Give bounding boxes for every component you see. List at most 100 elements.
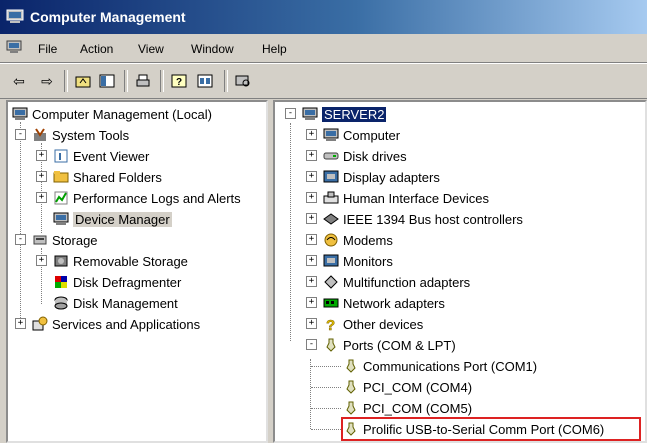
toolbar-separator — [224, 70, 228, 92]
tree-label: Computer — [343, 127, 401, 143]
expand-toggle[interactable]: + — [36, 150, 47, 161]
tree-node-com6[interactable]: Prolific USB-to-Serial Comm Port (COM6) — [341, 417, 641, 441]
tree-node-disk-drives[interactable]: Disk drives — [323, 146, 407, 166]
storage-icon — [33, 235, 47, 245]
expand-toggle[interactable]: + — [306, 171, 317, 182]
tree-node-storage[interactable]: Storage — [32, 230, 98, 250]
expand-toggle[interactable]: + — [36, 255, 47, 266]
tree-node-other-devices[interactable]: ? Other devices — [323, 314, 423, 334]
expand-toggle[interactable]: + — [306, 129, 317, 140]
expand-toggle[interactable]: + — [306, 192, 317, 203]
tree-label: SERVER2 — [322, 106, 387, 122]
tree-node-human-interface-devices[interactable]: Human Interface Devices — [323, 188, 489, 208]
menu-file[interactable]: File — [38, 42, 57, 56]
tree-node-display-adapters[interactable]: Display adapters — [323, 167, 440, 187]
menu-window[interactable]: Window — [191, 42, 234, 56]
show-hide-tree-icon[interactable] — [98, 72, 116, 90]
other-devices-icon: ? — [326, 317, 336, 332]
tree-node-removable-storage[interactable]: Removable Storage — [53, 251, 188, 271]
tree-node-computer-management[interactable]: Computer Management (Local) — [12, 104, 212, 124]
tree-label: Network adapters — [343, 295, 445, 311]
disk-drive-icon — [323, 152, 339, 160]
tree-label: Shared Folders — [73, 169, 162, 185]
tree-label: Communications Port (COM1) — [363, 358, 538, 374]
expand-toggle[interactable]: + — [306, 213, 317, 224]
back-arrow-icon[interactable]: ⇦ — [10, 72, 28, 90]
tree-node-disk-management[interactable]: Disk Management — [53, 293, 178, 313]
tree-label: Performance Logs and Alerts — [73, 190, 241, 206]
services-icon — [32, 316, 48, 331]
performance-icon — [54, 191, 68, 205]
tree-node-disk-defragmenter[interactable]: Disk Defragmenter — [53, 272, 181, 292]
tree-node-multifunction-adapters[interactable]: Multifunction adapters — [323, 272, 470, 292]
tree-label: Device Manager — [73, 211, 172, 227]
tree-node-network-adapters[interactable]: Network adapters — [323, 293, 445, 313]
tree-label: Prolific USB-to-Serial Comm Port (COM6) — [363, 421, 605, 437]
expand-toggle[interactable]: + — [306, 318, 317, 329]
tree-node-ieee1394[interactable]: IEEE 1394 Bus host controllers — [323, 209, 523, 229]
tools-icon — [34, 128, 46, 141]
expand-toggle[interactable]: + — [306, 276, 317, 287]
tree-node-modems[interactable]: Modems — [323, 230, 393, 250]
tree-label: Storage — [52, 232, 98, 248]
tree-node-computer[interactable]: Computer — [323, 125, 400, 145]
scan-hardware-icon[interactable] — [234, 72, 252, 90]
properties-icon[interactable] — [196, 72, 214, 90]
expand-toggle[interactable]: + — [15, 318, 26, 329]
tree-node-monitors[interactable]: Monitors — [323, 251, 393, 271]
hid-icon — [323, 191, 339, 204]
tree-node-com1[interactable]: Communications Port (COM1) — [343, 356, 537, 376]
console-tree-pane[interactable]: Computer Management (Local) - System Too… — [6, 100, 268, 443]
print-icon[interactable] — [134, 72, 152, 90]
tree-node-shared-folders[interactable]: Shared Folders — [53, 167, 162, 187]
collapse-toggle[interactable]: - — [285, 108, 296, 119]
collapse-toggle[interactable]: - — [15, 129, 26, 140]
toolbar-separator — [160, 70, 164, 92]
tree-label: Display adapters — [343, 169, 440, 185]
expand-toggle[interactable]: + — [36, 171, 47, 182]
device-tree-pane[interactable]: - SERVER2 + Computer + Disk drives + Dis… — [273, 100, 647, 443]
help-icon[interactable]: ? — [170, 72, 188, 90]
shared-folders-icon — [53, 171, 69, 183]
expand-toggle[interactable]: + — [36, 192, 47, 203]
modem-icon — [324, 233, 338, 247]
forward-arrow-icon[interactable]: ⇨ — [38, 72, 56, 90]
tree-label: System Tools — [52, 127, 130, 143]
tree-connector — [290, 123, 291, 341]
removable-storage-icon — [54, 255, 68, 267]
tree-label: Services and Applications — [52, 316, 201, 332]
tree-node-ports[interactable]: Ports (COM & LPT) — [323, 335, 456, 355]
defragmenter-icon — [55, 276, 67, 288]
tree-node-performance-logs[interactable]: Performance Logs and Alerts — [53, 188, 241, 208]
computer-icon — [12, 107, 28, 120]
computer-icon — [302, 107, 318, 120]
up-folder-icon[interactable] — [74, 72, 92, 90]
device-manager-icon — [53, 212, 69, 225]
tree-node-services-applications[interactable]: Services and Applications — [32, 314, 200, 334]
expand-toggle[interactable]: + — [306, 255, 317, 266]
tree-connector — [311, 429, 341, 430]
menu-action[interactable]: Action — [80, 42, 113, 56]
expand-toggle[interactable]: + — [306, 234, 317, 245]
event-viewer-icon — [54, 149, 68, 163]
title-bar: Computer Management — [0, 0, 647, 34]
collapse-toggle[interactable]: - — [15, 234, 26, 245]
expand-toggle[interactable]: + — [306, 150, 317, 161]
tree-node-system-tools[interactable]: System Tools — [32, 125, 129, 145]
tree-label: Disk Management — [73, 295, 178, 311]
expand-toggle[interactable]: + — [306, 297, 317, 308]
tree-node-com4[interactable]: PCI_COM (COM4) — [343, 377, 472, 397]
tree-node-server2[interactable]: SERVER2 — [302, 104, 387, 124]
tree-label: Removable Storage — [73, 253, 188, 269]
tree-label: Modems — [343, 232, 393, 248]
tree-node-device-manager[interactable]: Device Manager — [53, 209, 172, 229]
collapse-toggle[interactable]: - — [306, 339, 317, 350]
toolbar-separator — [64, 70, 68, 92]
tree-node-event-viewer[interactable]: Event Viewer — [53, 146, 149, 166]
tree-connector — [311, 387, 341, 388]
menu-help[interactable]: Help — [262, 42, 287, 56]
network-adapter-icon — [323, 298, 339, 308]
system-menu-icon[interactable] — [6, 40, 22, 54]
menu-view[interactable]: View — [138, 42, 164, 56]
tree-node-com5[interactable]: PCI_COM (COM5) — [343, 398, 472, 418]
